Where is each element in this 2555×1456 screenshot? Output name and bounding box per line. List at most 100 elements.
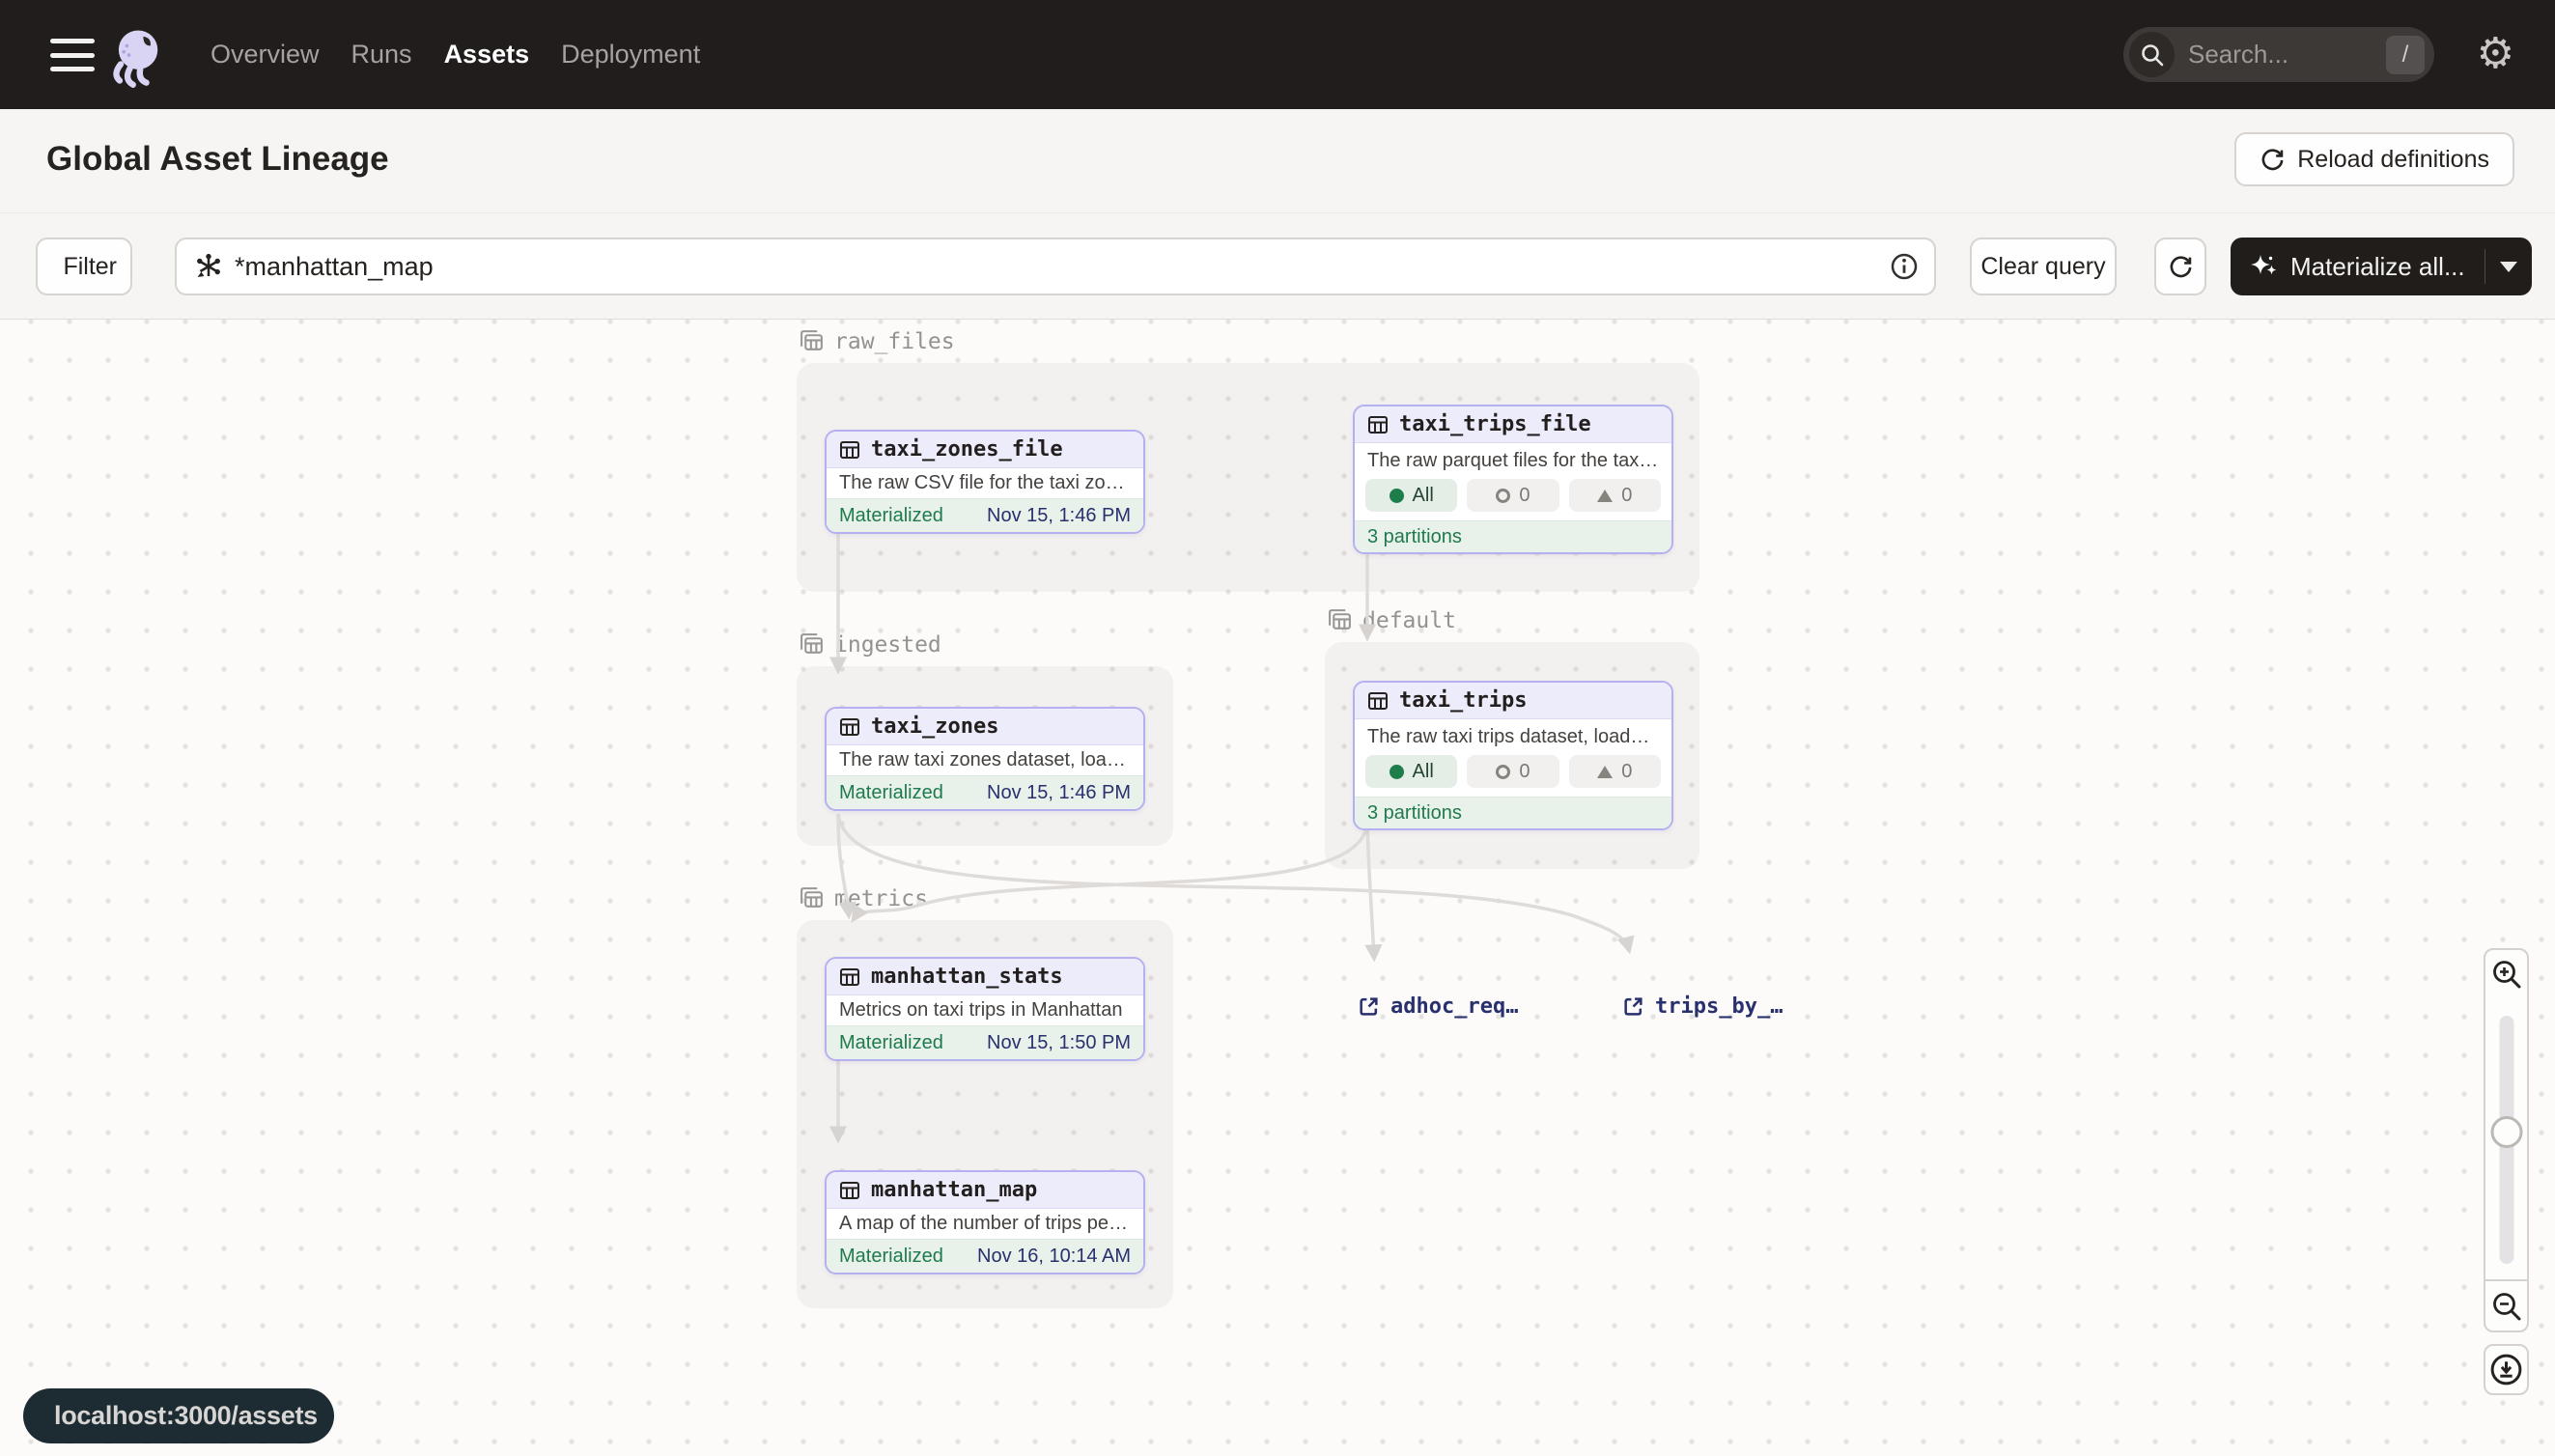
partitions-count: 3 partitions	[1355, 520, 1671, 552]
asset-status-footer: Materialized Nov 16, 10:14 AM	[827, 1239, 1143, 1273]
asset-node-manhattan-map[interactable]: manhattan_map A map of the number of tri…	[825, 1170, 1145, 1274]
page-header: Global Asset Lineage Reload definitions	[0, 109, 2555, 213]
nav-links: Overview Runs Assets Deployment	[211, 0, 700, 109]
nav-link-runs[interactable]: Runs	[351, 40, 412, 70]
materialize-all-button[interactable]: Materialize all...	[2231, 238, 2532, 295]
asset-description: Metrics on taxi trips in Manhattan	[827, 995, 1143, 1025]
partition-badge-failed[interactable]: 0	[1467, 479, 1558, 512]
asset-name: taxi_zones_file	[871, 437, 1063, 462]
asset-description: The raw taxi zones dataset, loaded int..…	[827, 745, 1143, 775]
zoom-slider[interactable]	[2484, 998, 2529, 1281]
chevron-down-icon	[2500, 262, 2517, 272]
group-label-default[interactable]: default	[1327, 607, 1456, 633]
hollow-circle-icon	[1496, 765, 1510, 779]
hollow-circle-icon	[1496, 489, 1510, 503]
badge-label: 0	[1519, 485, 1530, 507]
partition-badge-overdue[interactable]: 0	[1569, 479, 1661, 512]
materialization-timestamp[interactable]: Nov 15, 1:50 PM	[987, 1032, 1131, 1054]
settings-gear-icon[interactable]: ⚙	[2477, 29, 2514, 79]
zoom-in-button[interactable]	[2484, 948, 2529, 1000]
partition-badge-materialized[interactable]: All	[1365, 479, 1457, 512]
asset-node-header: taxi_zones	[827, 709, 1143, 745]
external-asset-adhoc-request[interactable]: adhoc_req…	[1358, 994, 1518, 1019]
zoom-out-icon	[2490, 1290, 2523, 1323]
asset-node-taxi-zones[interactable]: taxi_zones The raw taxi zones dataset, l…	[825, 707, 1145, 811]
materialization-timestamp[interactable]: Nov 15, 1:46 PM	[987, 782, 1131, 804]
asset-name: manhattan_stats	[871, 965, 1063, 989]
asset-status-footer: Materialized Nov 15, 1:50 PM	[827, 1025, 1143, 1059]
partition-badge-materialized[interactable]: All	[1365, 755, 1457, 788]
page-title: Global Asset Lineage	[46, 140, 389, 179]
table-icon	[839, 716, 860, 738]
table-icon	[839, 1180, 860, 1201]
asset-selection-input[interactable]	[235, 252, 1890, 282]
browser-url-badge: localhost:3000/assets	[23, 1388, 334, 1443]
global-search[interactable]: /	[2123, 27, 2434, 82]
asset-group-icon	[799, 328, 825, 354]
badge-label: 0	[1519, 761, 1530, 783]
search-input[interactable]	[2188, 40, 2386, 70]
zoom-out-button[interactable]	[2484, 1279, 2529, 1332]
partition-badges: All 0 0	[1355, 752, 1671, 797]
badge-label: All	[1413, 485, 1434, 507]
filter-label: Filter	[63, 253, 117, 281]
status-badge: Materialized	[839, 1032, 943, 1054]
query-info-icon[interactable]	[1890, 252, 1919, 281]
badge-label: All	[1413, 761, 1434, 783]
materialize-all-label: Materialize all...	[2290, 252, 2465, 282]
badge-label: 0	[1621, 761, 1632, 783]
asset-group-icon	[799, 885, 825, 911]
asset-description: A map of the number of trips per taxi z.…	[827, 1209, 1143, 1239]
asset-description: The raw CSV file for the taxi zones dat.…	[827, 468, 1143, 498]
group-name: default	[1362, 608, 1456, 633]
group-label-raw-files[interactable]: raw_files	[799, 328, 955, 354]
asset-group-icon	[799, 631, 825, 658]
triangle-icon	[1597, 766, 1613, 778]
external-asset-name: trips_by_…	[1655, 994, 1783, 1019]
reload-definitions-button[interactable]: Reload definitions	[2234, 132, 2514, 186]
asset-status-footer: Materialized Nov 15, 1:46 PM	[827, 775, 1143, 809]
asset-node-header: taxi_zones_file	[827, 432, 1143, 468]
refresh-graph-button[interactable]	[2154, 238, 2206, 295]
asset-description: The raw taxi trips dataset, loaded into …	[1355, 719, 1671, 752]
status-badge: Materialized	[839, 1246, 943, 1268]
materialization-timestamp[interactable]: Nov 16, 10:14 AM	[977, 1246, 1131, 1268]
table-icon	[1367, 414, 1389, 435]
nav-link-overview[interactable]: Overview	[211, 40, 320, 70]
asset-node-taxi-zones-file[interactable]: taxi_zones_file The raw CSV file for the…	[825, 430, 1145, 534]
filter-button[interactable]: Filter	[36, 238, 132, 295]
zoom-slider-thumb[interactable]	[2490, 1116, 2522, 1148]
clear-query-button[interactable]: Clear query	[1970, 238, 2117, 295]
asset-node-manhattan-stats[interactable]: manhattan_stats Metrics on taxi trips in…	[825, 957, 1145, 1061]
asset-node-taxi-trips-file[interactable]: taxi_trips_file The raw parquet files fo…	[1353, 405, 1673, 554]
nav-link-deployment[interactable]: Deployment	[561, 40, 700, 70]
hamburger-menu-icon[interactable]	[50, 39, 95, 71]
external-link-icon	[1622, 995, 1644, 1018]
asset-name: taxi_trips_file	[1399, 412, 1591, 436]
download-image-button[interactable]	[2484, 1344, 2529, 1395]
materialize-dropdown-toggle[interactable]	[2485, 249, 2532, 284]
group-label-ingested[interactable]: ingested	[799, 631, 941, 658]
reload-definitions-label: Reload definitions	[2297, 146, 2489, 174]
asset-node-header: manhattan_stats	[827, 959, 1143, 995]
refresh-icon	[2168, 254, 2194, 280]
graph-selector-icon	[194, 252, 223, 281]
external-link-icon	[1358, 995, 1380, 1018]
partition-badge-overdue[interactable]: 0	[1569, 755, 1661, 788]
asset-selection-input-wrap	[175, 238, 1936, 295]
asset-node-header: taxi_trips	[1355, 683, 1671, 719]
table-icon	[839, 439, 860, 461]
partition-badge-failed[interactable]: 0	[1467, 755, 1558, 788]
materialize-all-main[interactable]: Materialize all...	[2231, 252, 2485, 282]
external-asset-trips-by[interactable]: trips_by_…	[1622, 994, 1783, 1019]
asset-name: manhattan_map	[871, 1178, 1037, 1202]
table-icon	[839, 966, 860, 988]
group-name: ingested	[834, 632, 941, 658]
reload-icon	[2260, 147, 2286, 173]
partition-badges: All 0 0	[1355, 476, 1671, 520]
materialization-timestamp[interactable]: Nov 15, 1:46 PM	[987, 505, 1131, 527]
nav-link-assets[interactable]: Assets	[444, 40, 530, 70]
asset-node-taxi-trips[interactable]: taxi_trips The raw taxi trips dataset, l…	[1353, 681, 1673, 830]
external-asset-name: adhoc_req…	[1390, 994, 1518, 1019]
group-label-metrics[interactable]: metrics	[799, 885, 928, 911]
